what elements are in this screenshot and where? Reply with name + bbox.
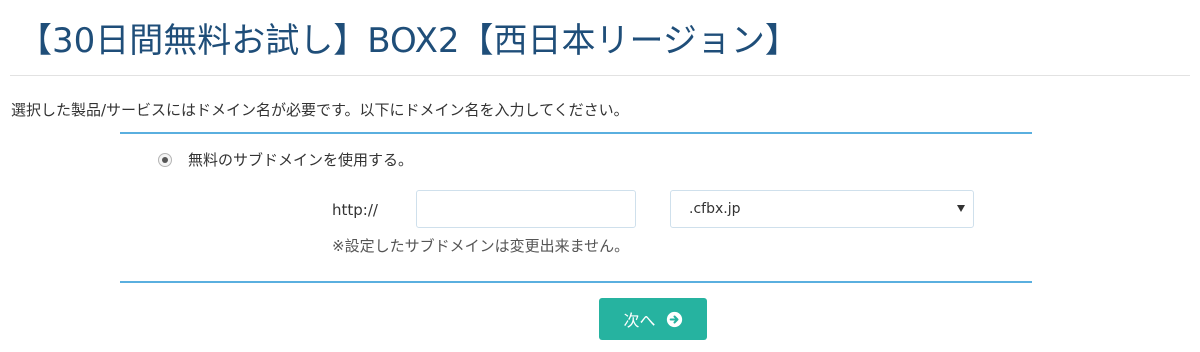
title-divider xyxy=(10,75,1190,76)
subdomain-note: ※設定したサブドメインは変更出来ません。 xyxy=(332,237,630,255)
free-subdomain-option[interactable]: 無料のサブドメインを使用する。 xyxy=(158,148,413,172)
caret-down-icon xyxy=(957,205,965,212)
domain-registration-page: 【30日間無料お試し】BOX2【西日本リージョン】 選択した製品/サービスにはド… xyxy=(0,0,1200,352)
free-subdomain-radio[interactable] xyxy=(158,153,172,167)
subdomain-input[interactable] xyxy=(416,190,636,228)
domain-suffix-selected-value: .cfbx.jp xyxy=(689,201,741,217)
radio-selected-dot xyxy=(162,157,168,163)
domain-options-panel: 無料のサブドメインを使用する。 http:// .cfbx.jp ※設定したサブ… xyxy=(120,132,1032,283)
domain-suffix-select[interactable]: .cfbx.jp xyxy=(670,190,974,228)
domain-required-message: 選択した製品/サービスにはドメイン名が必要です。以下にドメイン名を入力してくださ… xyxy=(11,101,629,119)
url-prefix-label: http:// xyxy=(332,201,378,219)
page-title: 【30日間無料お試し】BOX2【西日本リージョン】 xyxy=(18,21,799,61)
next-button-label: 次へ xyxy=(623,313,656,330)
free-subdomain-label: 無料のサブドメインを使用する。 xyxy=(188,151,414,169)
arrow-circle-right-icon xyxy=(666,311,682,327)
next-button[interactable]: 次へ xyxy=(599,298,707,340)
